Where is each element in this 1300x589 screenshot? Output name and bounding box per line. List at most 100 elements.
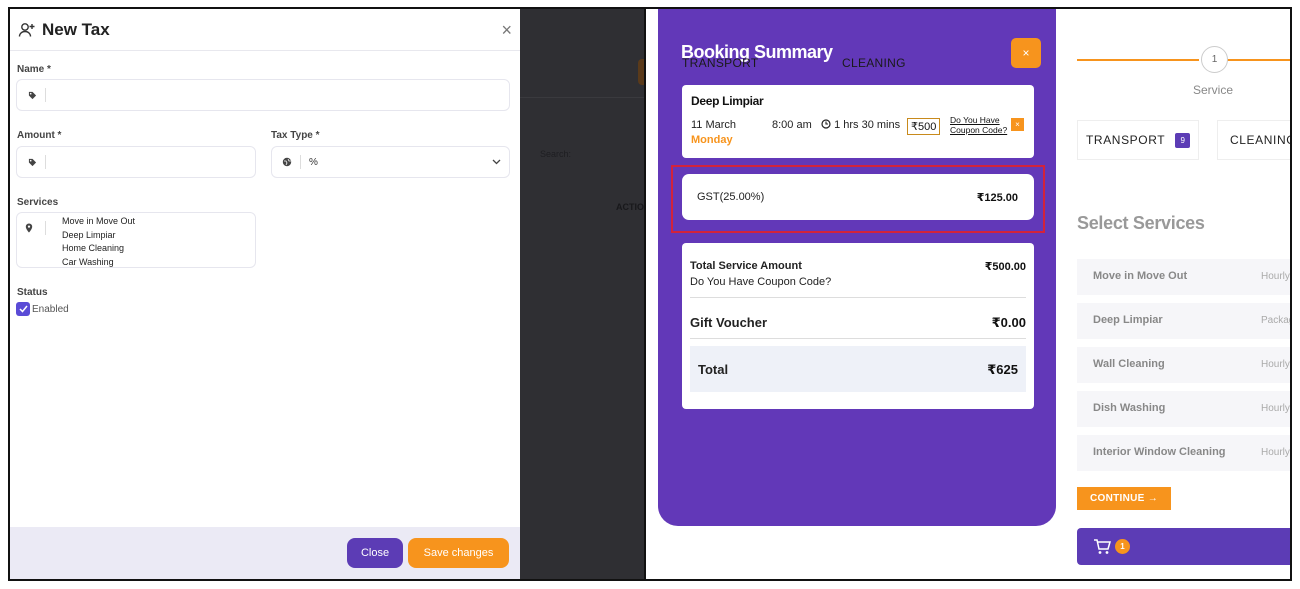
highlight-annotation-box [671, 165, 1045, 233]
cart-count-badge: 1 [1115, 539, 1130, 554]
tab-transport[interactable]: TRANSPORT 9 [1077, 120, 1199, 160]
amount-label: Amount * [17, 130, 62, 141]
item-day: Monday [691, 134, 733, 146]
name-label: Name * [17, 64, 51, 75]
status-label: Status [17, 287, 48, 298]
screenshot-frame: New Tax × Name * Amount * Tax Type * % S… [8, 7, 1292, 581]
tab-cleaning[interactable]: CLEANING [1217, 120, 1292, 160]
item-price: ₹500 [907, 118, 941, 135]
globe-icon [280, 155, 294, 169]
total-service-amount-value: ₹500.00 [984, 261, 1026, 273]
service-row[interactable]: Dish Washing Hourly [1077, 391, 1290, 427]
item-duration: 1 hrs 30 mins [821, 119, 900, 131]
coupon-code-link[interactable]: Do You Have Coupon Code? [950, 115, 1010, 135]
dimmed-background-page: Search: ACTIO [520, 9, 646, 579]
status-option-label: Enabled [32, 303, 69, 315]
service-pricing: Hourly [1261, 447, 1290, 458]
amount-field[interactable] [16, 146, 256, 178]
clock-icon [821, 119, 831, 129]
modal-header: New Tax × [10, 9, 520, 51]
name-field[interactable] [16, 79, 510, 111]
progress-line [1077, 59, 1199, 61]
tab-transport-overlap[interactable]: TRANSPORT [682, 56, 759, 70]
panel-divider [644, 9, 646, 579]
service-name: Wall Cleaning [1093, 358, 1165, 370]
name-input[interactable] [54, 89, 509, 101]
item-date: 11 March [691, 119, 737, 131]
map-pin-icon [25, 223, 33, 235]
total-label: Total [698, 362, 729, 377]
background-divider [520, 97, 644, 98]
add-user-icon [18, 22, 35, 37]
tax-type-select[interactable]: % [271, 146, 510, 178]
modal-footer: Close Save changes [10, 527, 520, 579]
field-separator [300, 155, 301, 169]
totals-card: Total Service Amount ₹500.00 Do You Have… [682, 243, 1034, 409]
item-time: 8:00 am [772, 119, 812, 131]
cart-icon[interactable] [1093, 538, 1111, 556]
count-badge: 9 [1175, 132, 1191, 148]
remove-item-button[interactable]: × [1011, 118, 1024, 131]
modal-title: New Tax [42, 19, 110, 39]
amount-input[interactable] [54, 156, 255, 168]
status-checkbox[interactable]: Enabled [16, 302, 69, 316]
checkmark-icon[interactable] [16, 302, 30, 316]
chevron-down-icon [492, 156, 501, 168]
close-icon[interactable]: × [501, 21, 512, 39]
service-pricing: Hourly [1261, 359, 1290, 370]
grand-total-row: Total ₹625 [690, 346, 1026, 392]
progress-line [1227, 59, 1290, 61]
search-label: Search: [540, 149, 572, 159]
service-pricing: Hourly [1261, 403, 1290, 414]
tag-icon [25, 155, 39, 169]
services-multiselect[interactable]: Move in Move Out Deep Limpiar Home Clean… [16, 212, 256, 268]
service-name: Interior Window Cleaning [1093, 446, 1226, 458]
step-label: Service [1193, 83, 1234, 97]
gift-voucher-label: Gift Voucher [690, 315, 768, 330]
gift-voucher-value: ₹0.00 [991, 315, 1026, 330]
booked-item-card: Deep Limpiar 11 March Monday 8:00 am 1 h… [682, 85, 1034, 158]
service-option[interactable]: Deep Limpiar [62, 229, 135, 243]
service-option[interactable]: Move in Move Out [62, 215, 135, 229]
select-services-title: Select Services [1077, 213, 1205, 233]
tax-type-label: Tax Type * [271, 130, 320, 141]
step-indicator: 1 [1201, 46, 1228, 73]
actions-column-header: ACTIO [616, 202, 644, 212]
services-label: Services [17, 197, 59, 208]
tag-icon [25, 88, 39, 102]
duration-text: 1 hrs 30 mins [834, 119, 901, 131]
field-separator [45, 88, 46, 102]
totals-divider [690, 297, 1026, 298]
total-service-amount-label: Total Service Amount [690, 260, 802, 272]
continue-button[interactable]: CONTINUE → [1077, 487, 1171, 510]
totals-divider [690, 338, 1026, 339]
service-name: Dish Washing [1093, 402, 1166, 414]
tab-cleaning-overlap[interactable]: CLEANING [842, 56, 906, 70]
service-name: Move in Move Out [1093, 270, 1188, 282]
close-button[interactable]: Close [347, 538, 403, 568]
coupon-question[interactable]: Do You Have Coupon Code? [690, 276, 831, 288]
service-option[interactable]: Car Washing [62, 256, 135, 270]
tax-type-value: % [309, 156, 318, 168]
service-name: Deep Limpiar [1093, 314, 1163, 326]
service-selection-page: 1 Service TRANSPORT 9 CLEANING Select Se… [1056, 9, 1292, 579]
service-pricing: Hourly [1261, 271, 1290, 282]
field-separator [45, 155, 46, 169]
tab-label: CLEANING [1230, 133, 1292, 147]
field-separator [45, 221, 46, 235]
service-row[interactable]: Interior Window Cleaning Hourly [1077, 435, 1290, 471]
item-name: Deep Limpiar [691, 94, 764, 108]
close-summary-button[interactable]: × [1011, 38, 1041, 68]
service-row[interactable]: Deep Limpiar Package [1077, 303, 1290, 339]
booking-summary-panel: Booking Summary TRANSPORT CLEANING × Dee… [658, 9, 1056, 526]
service-option[interactable]: Home Cleaning [62, 242, 135, 256]
tab-label: TRANSPORT [1086, 133, 1166, 147]
service-row[interactable]: Move in Move Out Hourly [1077, 259, 1290, 295]
new-tax-modal: New Tax × Name * Amount * Tax Type * % S… [10, 9, 520, 579]
total-value: ₹625 [987, 362, 1018, 377]
cart-bar[interactable]: 1 [1077, 528, 1290, 565]
save-changes-button[interactable]: Save changes [408, 538, 509, 568]
service-row[interactable]: Wall Cleaning Hourly [1077, 347, 1290, 383]
service-pricing: Package [1261, 315, 1290, 326]
services-list: Move in Move Out Deep Limpiar Home Clean… [62, 215, 135, 269]
